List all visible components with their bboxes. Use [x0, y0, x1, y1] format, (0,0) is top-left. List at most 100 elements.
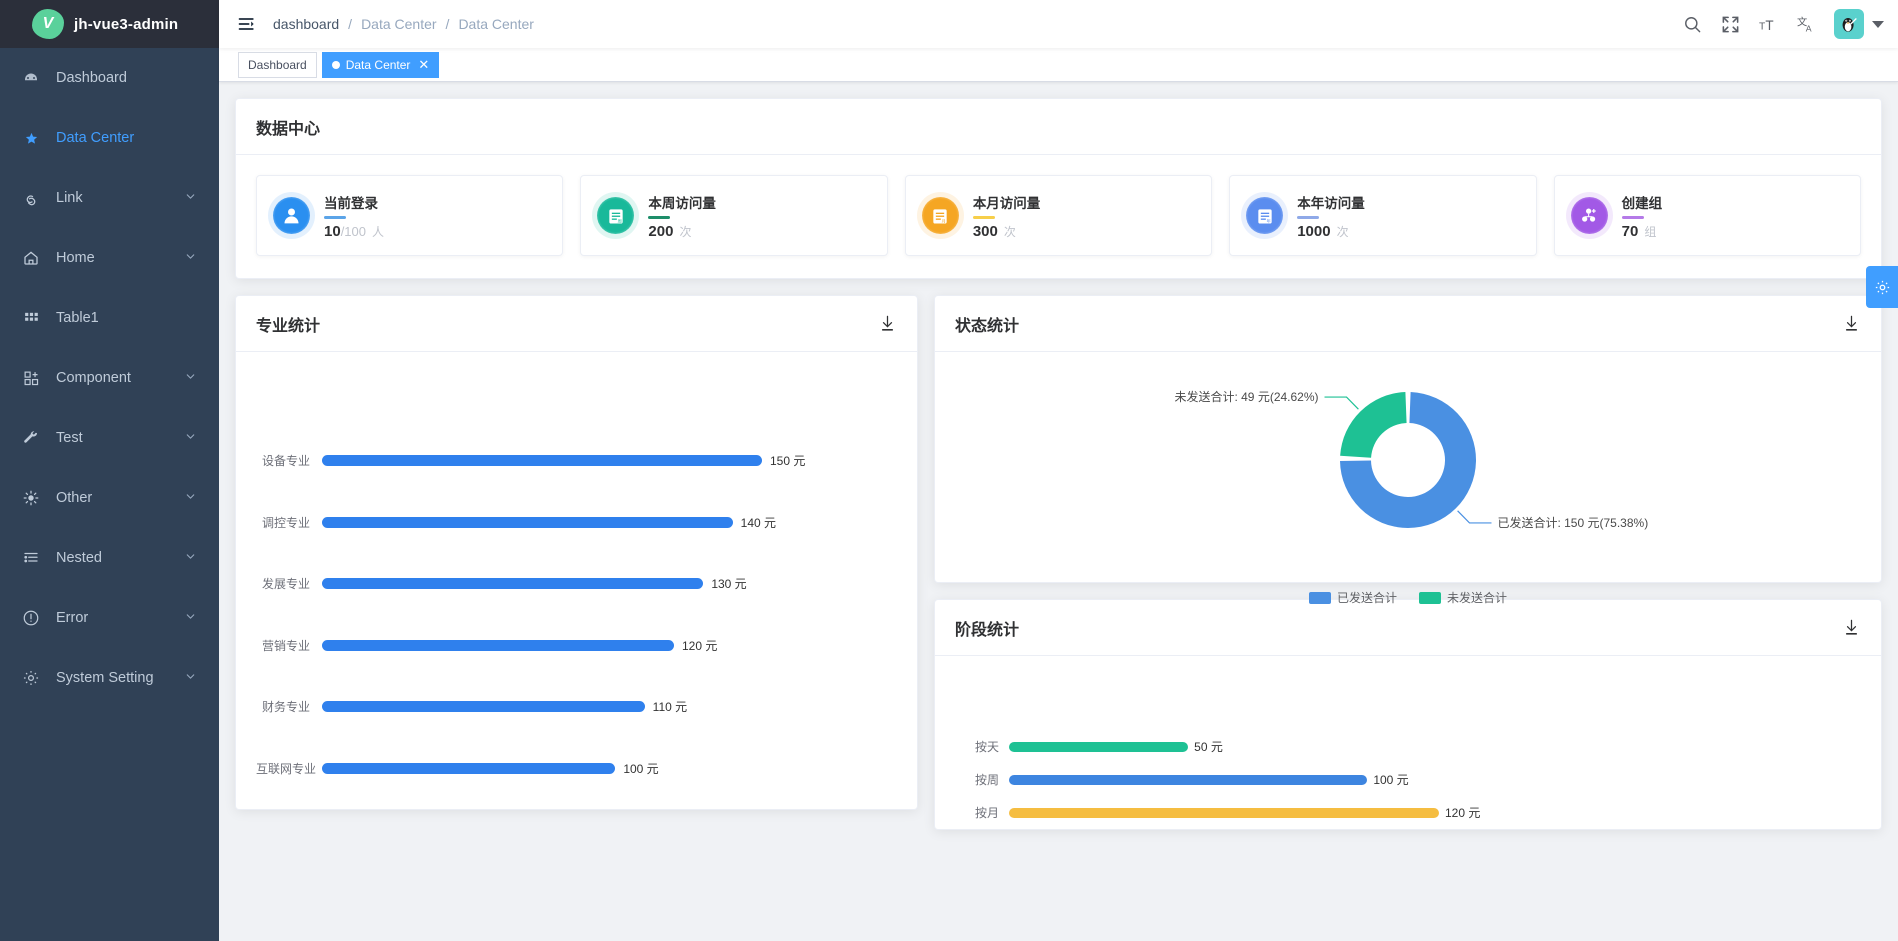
legend-item[interactable]: 未发送合计	[1419, 589, 1507, 606]
donut-annotation-sent: 已发送合计: 150 元(75.38%)	[1497, 515, 1648, 530]
tag-data-center[interactable]: Data Center ✕	[321, 51, 440, 78]
stat-label: 本周访问量	[648, 195, 716, 211]
stat-underline	[324, 215, 346, 219]
chevron-down-icon	[184, 370, 197, 386]
avatar[interactable]	[1834, 9, 1864, 39]
sidebar-item-table1[interactable]: Table1	[0, 288, 219, 348]
stat-unit: 次	[679, 224, 692, 239]
donut-legend: 已发送合计 未发送合计	[935, 589, 1881, 606]
chevron-down-icon	[184, 490, 197, 506]
tags-view: Dashboard Data Center ✕	[219, 48, 1898, 82]
stat-value: 300 次	[972, 222, 1016, 240]
bar-track: 110 元	[322, 698, 897, 715]
stat-underline	[1621, 215, 1644, 219]
bar-fill	[322, 578, 704, 590]
download-icon[interactable]	[877, 314, 897, 334]
page-content: 数据中心 当前登录 10/100 人周本周访问量 200 次月本月访问量 300 次年本年访…	[219, 82, 1898, 941]
bar-track: 140 元	[322, 514, 897, 531]
stage-bar-fill	[1009, 741, 1189, 752]
sidebar-item-label: Other	[56, 490, 93, 506]
search-icon[interactable]	[1682, 14, 1702, 34]
breadcrumb-item-2: Data Center	[458, 16, 534, 32]
stat-label: 本年访问量	[1297, 195, 1365, 211]
fullscreen-icon[interactable]	[1720, 14, 1740, 34]
stage-stats-header: 阶段统计	[935, 600, 1881, 656]
legend-label: 未发送合计	[1447, 591, 1508, 605]
stat-card[interactable]: 年 本年访问量 1000 次	[1229, 175, 1537, 256]
sun-icon	[20, 487, 42, 509]
status-stats-panel: 状态统计 未发送合计: 49 元(24.62%) 已发送合计: 150 元(75…	[934, 295, 1882, 605]
stat-card[interactable]: 月 本月访问量 300 次	[904, 175, 1213, 256]
sidebar-item-other[interactable]: Other	[0, 468, 219, 528]
stage-category-label: 按月	[975, 806, 1000, 820]
stat-body: 创建组 70 组	[1621, 192, 1662, 240]
legend-label: 已发送合计	[1336, 591, 1397, 605]
note-month-icon: 月	[921, 197, 959, 234]
logo-bar[interactable]: V jh-vue3-admin	[0, 0, 219, 48]
sidebar-item-error[interactable]: Error	[0, 588, 219, 648]
status-stats-title: 状态统计	[955, 317, 1020, 335]
charts-row: 专业统计 设备专业 150 元调控专业 140 元发展专业 130 元营销专业 120 …	[235, 295, 1882, 830]
download-icon[interactable]	[1841, 618, 1861, 638]
stage-category-label: 按天	[975, 740, 1000, 754]
sidebar-item-label: Test	[56, 430, 83, 446]
hamburger-icon[interactable]	[237, 14, 257, 34]
sidebar-item-data-center[interactable]: Data Center	[0, 108, 219, 168]
bar-row: 发展专业 130 元	[256, 553, 897, 615]
svg-text:A: A	[1805, 23, 1811, 33]
note-week-icon: 周	[597, 197, 635, 234]
sidebar-item-label: Component	[56, 370, 131, 386]
status-donut-chart: 未发送合计: 49 元(24.62%) 已发送合计: 150 元(75.38%)…	[935, 352, 1881, 605]
stat-card-row: 当前登录 10/100 人周本周访问量 200 次月本月访问量 300 次年本年访问量 100…	[236, 155, 1881, 278]
bar-track: 100 元	[322, 760, 897, 777]
sidebar-item-test[interactable]: Test	[0, 408, 219, 468]
settings-panel-button[interactable]	[1866, 266, 1898, 308]
bar-fill	[322, 516, 733, 528]
bar-fill	[322, 701, 645, 713]
bar-fill	[322, 762, 616, 774]
stage-value-label: 120 元	[1445, 806, 1481, 820]
breadcrumb-separator: /	[445, 16, 450, 32]
breadcrumb-item-1[interactable]: Data Center	[361, 16, 436, 32]
sidebar-item-nested[interactable]: Nested	[0, 528, 219, 588]
star-icon	[20, 127, 42, 149]
sidebar-item-dashboard[interactable]: Dashboard	[0, 48, 219, 108]
stage-bar-fill	[1009, 774, 1368, 785]
major-stats-header: 专业统计	[236, 296, 917, 352]
translate-icon[interactable]: 文 A	[1796, 14, 1816, 34]
stat-card[interactable]: 当前登录 10/100 人	[256, 175, 564, 256]
legend-item[interactable]: 已发送合计	[1308, 589, 1397, 606]
major-stats-chart: 设备专业 150 元调控专业 140 元发展专业 130 元营销专业 120 元财务专业…	[236, 352, 917, 809]
legend-swatch	[1308, 591, 1331, 604]
breadcrumb-item-0[interactable]: dashboard	[273, 16, 339, 32]
bar-category-label: 调控专业	[261, 515, 310, 530]
stat-total: /100	[340, 223, 366, 239]
stat-underline	[648, 215, 671, 219]
font-size-icon[interactable]: T T	[1758, 14, 1778, 34]
stage-value-label: 100 元	[1373, 773, 1409, 787]
bar-category-label: 设备专业	[261, 454, 310, 469]
bar-row: 财务专业 110 元	[256, 676, 897, 738]
close-icon[interactable]: ✕	[418, 58, 429, 71]
chevron-down-icon[interactable]	[1872, 20, 1884, 28]
tag-dashboard[interactable]: Dashboard	[238, 51, 317, 78]
sidebar-item-component[interactable]: Component	[0, 348, 219, 408]
stat-value: 10/100 人	[324, 222, 385, 240]
sidebar-item-home[interactable]: Home	[0, 228, 219, 288]
stat-body: 本月访问量 300 次	[972, 192, 1040, 240]
stat-card[interactable]: 周 本周访问量 200 次	[580, 175, 888, 256]
svg-text:T: T	[1765, 18, 1773, 33]
sidebar-item-system-setting[interactable]: System Setting	[0, 648, 219, 708]
bar-value-label: 100 元	[623, 761, 659, 776]
right-charts-column: 状态统计 未发送合计: 49 元(24.62%) 已发送合计: 150 元(75…	[934, 295, 1882, 830]
sidebar-menu: Dashboard Data Center Link Home Table1 Compon…	[0, 48, 219, 708]
sidebar-item-label: Error	[56, 610, 89, 626]
download-icon[interactable]	[1841, 314, 1861, 334]
svg-text:年: 年	[1266, 217, 1270, 223]
active-tag-dot	[331, 60, 340, 69]
sidebar-item-link[interactable]: Link	[0, 168, 219, 228]
donut-annotation-unsent: 未发送合计: 49 元(24.62%)	[1174, 389, 1318, 404]
stat-card[interactable]: 创建组 70 组	[1553, 175, 1862, 256]
sidebar-item-label: Table1	[56, 310, 99, 326]
bar-value-label: 120 元	[682, 638, 718, 653]
